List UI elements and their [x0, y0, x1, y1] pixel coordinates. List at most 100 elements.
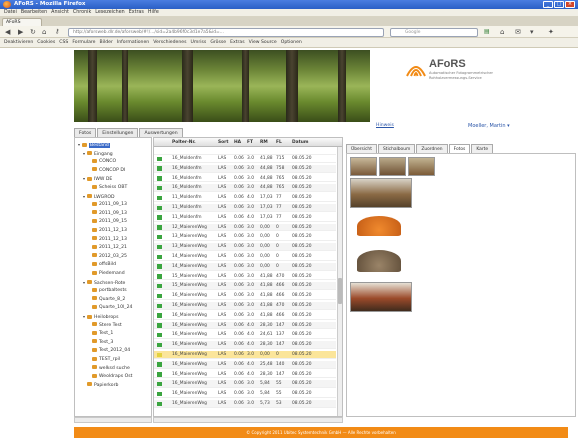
- menu-item[interactable]: Datei: [4, 10, 17, 15]
- bookmark-item[interactable]: Bilder: [100, 40, 113, 45]
- bookmark-item[interactable]: Informationen: [117, 40, 149, 45]
- bookmark-item[interactable]: Verschiedenes: [153, 40, 186, 45]
- table-row[interactable]: 13_MaierenWeg LAS 0.06 3.0 0,00 0 08.05.20: [154, 233, 336, 242]
- nav-tab[interactable]: Fotos: [74, 128, 97, 137]
- tree-node[interactable]: ▾ Sachsen-Rote: [83, 279, 125, 286]
- bookmark-item[interactable]: Formulare: [72, 40, 95, 45]
- download-icon[interactable]: ▾: [530, 28, 534, 36]
- column-header[interactable]: FL: [276, 140, 282, 145]
- table-row[interactable]: 16_MaierenWeg LAS 0.06 3.0 5,84 55 08.05.20: [154, 380, 336, 389]
- nav-tab[interactable]: Auswertungen: [139, 128, 183, 137]
- bookmark-item[interactable]: Optionen: [281, 40, 302, 45]
- table-row[interactable]: 12_MaierenWeg LAS 0.06 3.0 0,00 0 08.05.20: [154, 223, 336, 232]
- column-header[interactable]: Sort: [218, 140, 228, 145]
- tree-node[interactable]: ▾ Bestand: [78, 141, 110, 148]
- tree-node[interactable]: Stere Test: [88, 322, 122, 329]
- table-row[interactable]: 16_MaierenWeg LAS 0.06 4.0 28,30 147 08.05.20: [154, 321, 336, 330]
- column-header[interactable]: Datum: [292, 140, 308, 145]
- tree-node[interactable]: ▾ Eingang: [83, 150, 113, 157]
- bookmark-item[interactable]: Extras: [230, 40, 245, 45]
- table-row[interactable]: 14_MaierenWeg LAS 0.06 3.0 0,00 0 08.05.20: [154, 262, 336, 271]
- addon-icon[interactable]: ▤: [484, 28, 490, 35]
- tree-node[interactable]: 2011_09_13: [88, 201, 127, 208]
- column-header[interactable]: Polter-Nr.: [172, 140, 196, 145]
- column-header[interactable]: HA: [234, 140, 241, 145]
- filter-row[interactable]: [154, 147, 336, 155]
- detail-tab[interactable]: Zuordnen: [416, 144, 448, 153]
- bookmark-item[interactable]: Cookies: [37, 40, 55, 45]
- table-row[interactable]: 16_Moldenfm LAS 0.06 3.0 41,88 715 08.05.20: [154, 155, 336, 163]
- table-row[interactable]: 13_MaierenWeg LAS 0.06 3.0 0,00 0 08.05.20: [154, 243, 336, 252]
- tree-node[interactable]: Piedemand: [88, 270, 125, 277]
- home-page-icon[interactable]: ⌂: [500, 28, 504, 36]
- table-row[interactable]: 14_MaierenWeg LAS 0.06 3.0 0,00 0 08.05.20: [154, 253, 336, 261]
- table-row[interactable]: 16_MaierenWeg LAS 0.06 4.0 28,30 147 08.05.20: [154, 341, 336, 350]
- table-horizontal-scrollbar[interactable]: [153, 417, 343, 423]
- user-menu[interactable]: Moeller, Martin ▾: [468, 123, 510, 129]
- tree-node[interactable]: 2011_12_13: [88, 227, 127, 234]
- tree-scrollbar[interactable]: [74, 417, 152, 423]
- menu-item[interactable]: Hilfe: [148, 10, 159, 15]
- table-row[interactable]: 15_MaierenWeg LAS 0.06 3.0 41,88 466 08.05.20: [154, 282, 336, 291]
- detail-tab[interactable]: Stichalboum: [377, 144, 416, 153]
- table-row[interactable]: 16_MaierenWeg LAS 0.06 4.0 28,30 147 08.05.20: [154, 371, 336, 379]
- table-scroll-thumb[interactable]: [338, 278, 342, 304]
- tree-node[interactable]: 2011_12_13: [88, 236, 127, 243]
- bookmark-item[interactable]: Grösse: [210, 40, 226, 45]
- tree-node[interactable]: Scheiss OBT: [88, 184, 127, 191]
- column-header[interactable]: RM: [260, 140, 268, 145]
- forward-icon[interactable]: ▶: [18, 28, 23, 36]
- bookmark-item[interactable]: View Source: [249, 40, 277, 45]
- tree-node[interactable]: Test_3: [88, 339, 113, 346]
- table-row[interactable]: 11_Moldenfm LAS 0.06 3.0 17,03 77 08.05.20: [154, 204, 336, 212]
- table-row[interactable]: 11_Moldenfm LAS 0.06 4.0 17,03 77 08.05.20: [154, 194, 336, 203]
- photo-thumbnail[interactable]: [379, 157, 406, 176]
- wood-pile-image[interactable]: [357, 216, 401, 236]
- tree-node[interactable]: Test_2012_04: [88, 347, 130, 354]
- table-row[interactable]: 15_MaierenWeg LAS 0.06 3.0 41,88 470 08.05.20: [154, 273, 336, 281]
- table-row[interactable]: 16_MaierenWeg LAS 0.06 3.0 5,84 55 08.05.20: [154, 390, 336, 399]
- detail-tab[interactable]: Übersicht: [346, 144, 377, 153]
- detail-tab[interactable]: Karte: [471, 144, 494, 153]
- tree-node[interactable]: Papierkorb: [83, 382, 118, 389]
- tree-node[interactable]: offsBild: [88, 261, 116, 268]
- tree-node[interactable]: ▾ LWGROD: [83, 193, 115, 200]
- extension-icon[interactable]: ✦: [548, 28, 554, 36]
- tree-node[interactable]: portbaltests: [88, 287, 127, 294]
- wood-pile-image[interactable]: [357, 250, 401, 272]
- tree-node[interactable]: ▾ IWW DE: [83, 175, 112, 182]
- tree-node[interactable]: Test_1: [88, 330, 113, 337]
- table-row[interactable]: 16_Moldenfm LAS 0.06 3.0 44,88 765 08.05.20: [154, 184, 336, 193]
- tree-node[interactable]: Quarte_8_2: [88, 296, 125, 303]
- table-row[interactable]: 11_Moldenfm LAS 0.06 4.0 17,03 77 08.05.20: [154, 214, 336, 222]
- hint-link[interactable]: Hinweis: [376, 123, 394, 128]
- table-row[interactable]: 16_Moldenfm LAS 0.06 3.0 44,88 765 08.05.20: [154, 175, 336, 183]
- tree-node[interactable]: welksd suche: [88, 365, 130, 372]
- home-icon[interactable]: ⌂: [42, 28, 46, 36]
- tree-node[interactable]: 2011_09_13: [88, 210, 127, 217]
- bookmark-item[interactable]: CSS: [59, 40, 68, 45]
- nav-tab[interactable]: Einstellungen: [97, 128, 139, 137]
- back-icon[interactable]: ◀: [5, 28, 10, 36]
- detail-tab[interactable]: Fotos: [448, 144, 471, 153]
- table-row[interactable]: 16_MaierenWeg LAS 0.06 3.0 41,88 466 08.05.20: [154, 292, 336, 301]
- maximize-button[interactable]: □: [554, 1, 564, 8]
- table-row[interactable]: 16_MaierenWeg LAS 0.06 3.0 41,88 466 08.05.20: [154, 312, 336, 320]
- minimize-button[interactable]: _: [543, 1, 553, 8]
- menu-item[interactable]: Bearbeiten: [21, 10, 47, 15]
- bookmark-item[interactable]: Umriss: [191, 40, 207, 45]
- menu-item[interactable]: Ansicht: [51, 10, 69, 15]
- table-row[interactable]: 16_MaierenWeg LAS 0.06 4.0 25,48 140 08.05.20: [154, 360, 336, 369]
- tree-node[interactable]: Weoldraps Ost: [88, 373, 132, 380]
- tree-node[interactable]: CONCO: [88, 158, 116, 165]
- table-row[interactable]: 16_MaierenWeg LAS 0.06 3.0 5,73 53 08.05.20: [154, 400, 336, 408]
- tree-node[interactable]: 2011_12_21: [88, 244, 127, 251]
- menu-item[interactable]: Extras: [129, 10, 144, 15]
- column-header[interactable]: FT: [247, 140, 253, 145]
- table-row[interactable]: 16_MaierenWeg LAS 0.06 4.0 24,61 137 08.05.20: [154, 331, 336, 340]
- tree-node[interactable]: Quarte_10l_24: [88, 304, 132, 311]
- table-row[interactable]: 16_Moldenfm LAS 0.06 3.0 44,88 758 08.05.20: [154, 164, 336, 173]
- reload-icon[interactable]: ↻: [30, 28, 36, 36]
- tree-node[interactable]: 2011_09_15: [88, 218, 127, 225]
- photo-thumbnail[interactable]: [350, 178, 412, 208]
